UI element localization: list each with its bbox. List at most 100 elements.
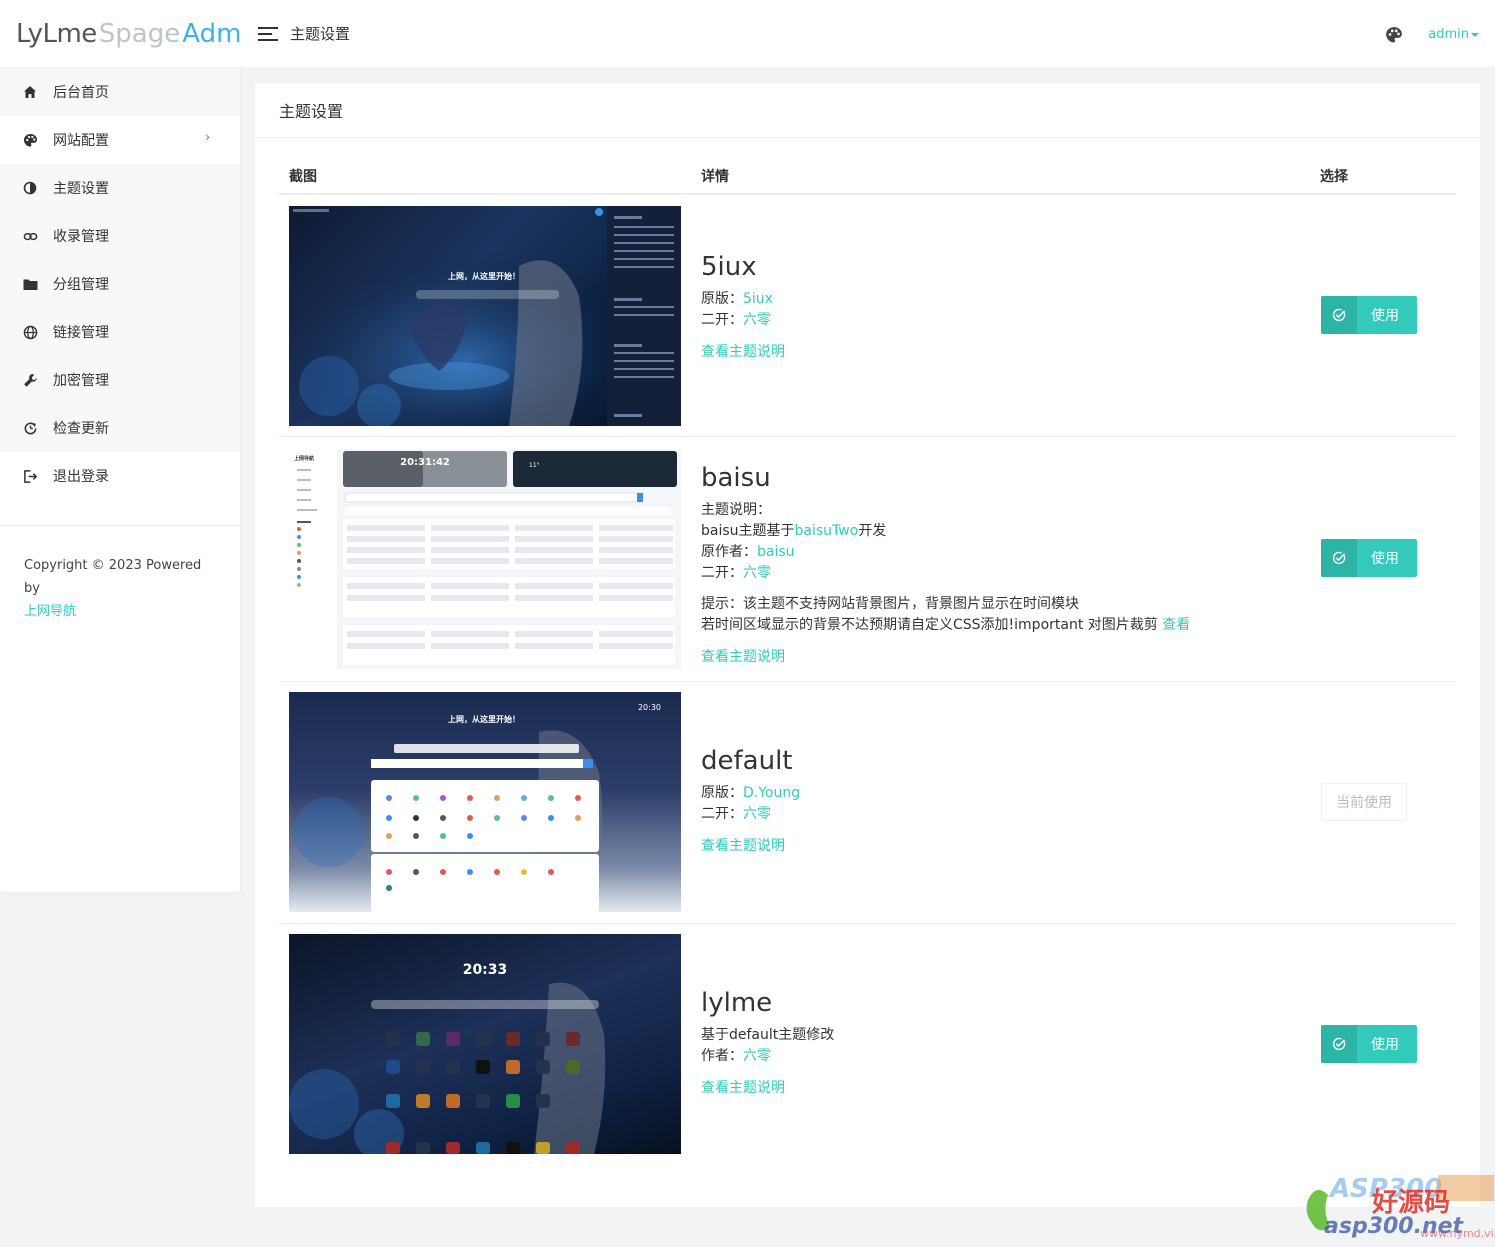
theme-details: default 原版：D.Young 二开：六零 查看主题说明 <box>701 744 800 855</box>
use-theme-button[interactable]: 使用 <box>1321 539 1417 577</box>
author-label: 原作者： <box>701 544 757 560</box>
watermark-text-4: www.nymd.vip <box>1420 1227 1495 1240</box>
table-row: 20:33 lylme 基于default主题修改 作者：六零 查看主题说明 使… <box>279 924 1456 1166</box>
theme-name: 5iux <box>701 252 757 282</box>
mod-link[interactable]: 六零 <box>743 806 771 822</box>
theme-screenshot: 上网导航 20:31:42 11° <box>289 449 681 669</box>
origin-label: 原版： <box>701 291 743 307</box>
table-row: 上网，从这里开始！ 20:30 default 原版：D.Young 二开：六零… <box>279 682 1456 924</box>
watermark: ASP300 好源码 asp300.net www.nymd.vip <box>1300 1165 1495 1247</box>
theme-doc-link[interactable]: 查看主题说明 <box>701 341 785 361</box>
sidebar-item-label: 分组管理 <box>53 277 109 293</box>
user-name: admin <box>1428 27 1469 42</box>
col-select: 选择 <box>1320 169 1348 185</box>
theme-name: lylme <box>701 988 773 1018</box>
author-link[interactable]: baisu <box>757 544 795 560</box>
wrench-icon <box>22 372 38 388</box>
folder-icon <box>22 276 38 292</box>
sidebar-item-update[interactable]: 检查更新 <box>0 404 240 452</box>
logo-part2: Spage <box>98 18 181 49</box>
use-theme-button[interactable]: 使用 <box>1321 296 1417 334</box>
use-theme-button[interactable]: 使用 <box>1321 1025 1417 1063</box>
mod-label: 二开： <box>701 565 743 581</box>
tip-view-link[interactable]: 查看 <box>1162 617 1190 633</box>
sidebar-item-links[interactable]: 链接管理 <box>0 308 240 356</box>
desc-label: 主题说明： <box>701 502 771 518</box>
preview-slogan: 上网，从这里开始！ <box>448 714 520 724</box>
theme-name: baisu <box>701 463 771 493</box>
theme-card: 主题设置 截图 详情 选择 上网，从这里开始！ 5iux 原版：5iux 二开：… <box>255 83 1480 1207</box>
theme-doc-link[interactable]: 查看主题说明 <box>701 835 800 855</box>
author-link[interactable]: 六零 <box>743 1048 771 1064</box>
caret-down-icon <box>1471 32 1479 37</box>
mod-line: 二开：六零 <box>701 310 785 331</box>
col-details: 详情 <box>701 169 729 185</box>
current-theme-button: 当前使用 <box>1321 783 1407 821</box>
sidebar-item-label: 网站配置 <box>53 133 109 149</box>
author-line: 原作者：baisu <box>701 542 1190 563</box>
theme-screenshot: 上网，从这里开始！ 20:30 <box>289 692 681 912</box>
desc-post: 开发 <box>858 523 887 539</box>
refresh-icon <box>22 420 38 436</box>
theme-screenshot: 上网，从这里开始！ <box>289 206 681 426</box>
preview-temp: 11° <box>529 462 540 469</box>
theme-doc-link[interactable]: 查看主题说明 <box>701 1077 834 1097</box>
origin-line: 原版：5iux <box>701 289 785 310</box>
sidebar-item-label: 加密管理 <box>53 373 109 389</box>
card-title: 主题设置 <box>255 83 1480 138</box>
check-circle-icon <box>1321 296 1357 334</box>
theme-doc-link[interactable]: 查看主题说明 <box>701 646 1190 666</box>
mod-label: 二开： <box>701 806 743 822</box>
palette-icon[interactable] <box>1385 26 1403 48</box>
tip-text: 若时间区域显示的背景不达预期请自定义CSS添加!important 对图片裁剪 <box>701 617 1158 633</box>
table-header: 截图 详情 选择 <box>279 155 1456 195</box>
theme-screenshot: 20:33 <box>289 934 681 1154</box>
tip-line-2: 若时间区域显示的背景不达预期请自定义CSS添加!important 对图片裁剪 … <box>701 615 1190 636</box>
button-label: 使用 <box>1371 551 1399 567</box>
logout-icon <box>22 468 38 484</box>
theme-details: 5iux 原版：5iux 二开：六零 查看主题说明 <box>701 250 785 361</box>
sidebar-nav: 后台首页 网站配置 › 主题设置 收录管理 分组管理 链接管理 加密管理 检查更… <box>0 68 240 500</box>
preview-brand: 上网导航 <box>294 455 314 462</box>
sidebar-item-label: 链接管理 <box>53 325 109 341</box>
logo[interactable]: LyLme Spage Admin <box>0 0 265 68</box>
author-label: 作者： <box>701 1048 743 1064</box>
table-row: 上网导航 20:31:42 11° baisu 主题说明： baisu主题基于b… <box>279 437 1456 682</box>
preview-time: 20:33 <box>463 962 508 978</box>
origin-link[interactable]: 5iux <box>743 291 773 307</box>
author-line: 作者：六零 <box>701 1046 834 1067</box>
col-screenshot: 截图 <box>289 169 317 185</box>
menu-toggle-icon[interactable] <box>258 26 278 42</box>
copyright-link[interactable]: 上网导航 <box>24 604 76 619</box>
sidebar-item-label: 主题设置 <box>53 181 109 197</box>
palette-icon <box>22 132 38 148</box>
logo-part1: LyLme <box>16 18 97 49</box>
sidebar-item-site-config[interactable]: 网站配置 › <box>0 116 240 164</box>
origin-label: 原版： <box>701 785 743 801</box>
sidebar-item-groups[interactable]: 分组管理 <box>0 260 240 308</box>
sidebar-item-home[interactable]: 后台首页 <box>0 68 240 116</box>
origin-line: 原版：D.Young <box>701 783 800 804</box>
mod-line: 二开：六零 <box>701 563 1190 584</box>
desc-line: 基于default主题修改 <box>701 1027 835 1043</box>
globe-icon <box>22 324 38 340</box>
mod-link[interactable]: 六零 <box>743 565 771 581</box>
origin-link[interactable]: D.Young <box>743 785 800 801</box>
sidebar-item-logout[interactable]: 退出登录 <box>0 452 240 500</box>
mod-line: 二开：六零 <box>701 804 800 825</box>
desc-link[interactable]: baisuTwo <box>795 523 859 539</box>
mod-link[interactable]: 六零 <box>743 312 771 328</box>
sidebar-item-encryption[interactable]: 加密管理 <box>0 356 240 404</box>
link-icon <box>22 228 38 244</box>
top-header: 主题设置 admin <box>240 0 1495 68</box>
preview-time: 20:30 <box>638 703 661 712</box>
sidebar-item-theme[interactable]: 主题设置 <box>0 164 240 212</box>
sidebar-item-label: 退出登录 <box>53 469 109 485</box>
sidebar-item-label: 后台首页 <box>53 85 109 101</box>
user-menu[interactable]: admin <box>1428 27 1479 42</box>
contrast-icon <box>22 180 38 196</box>
button-label: 使用 <box>1371 308 1399 324</box>
sidebar-item-collection[interactable]: 收录管理 <box>0 212 240 260</box>
copyright-text: Copyright © 2023 Powered by <box>24 558 202 596</box>
header-title: 主题设置 <box>290 25 351 43</box>
